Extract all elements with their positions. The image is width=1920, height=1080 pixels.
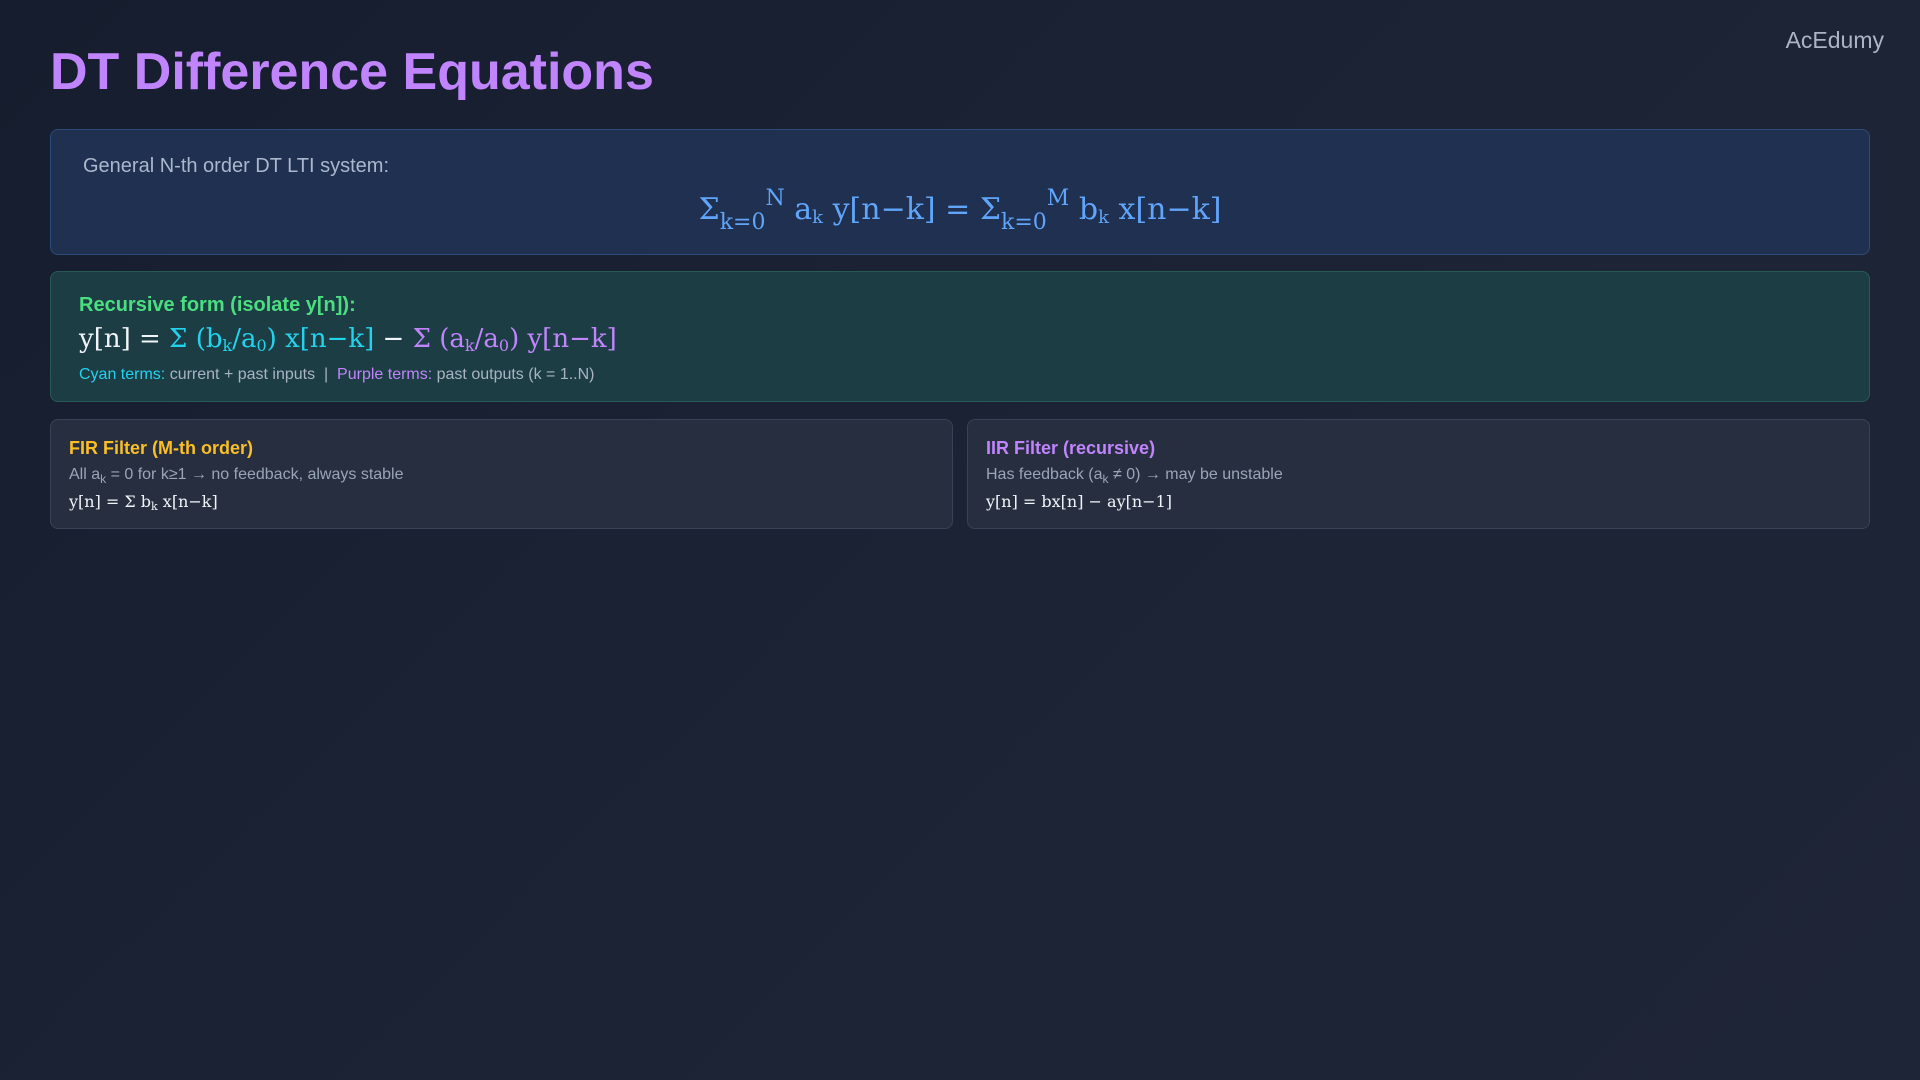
legend-purple-label: Purple terms: bbox=[337, 366, 433, 383]
eq-lhs: y[n] = bbox=[79, 324, 170, 354]
iir-description: Has feedback (ak ≠ 0) → may be unstable bbox=[986, 466, 1283, 486]
iir-filter-card: IIR Filter (recursive) Has feedback (ak … bbox=[967, 419, 1870, 529]
legend-purple-text: past outputs (k = 1..N) bbox=[432, 366, 595, 383]
fir-title: FIR Filter (M-th order) bbox=[69, 438, 253, 458]
eq-subscript: k bbox=[1098, 207, 1109, 228]
eq-superscript: N bbox=[765, 186, 785, 211]
eq-subscript: k=0 bbox=[719, 210, 766, 235]
fir-filter-card: FIR Filter (M-th order) All ak = 0 for k… bbox=[50, 419, 953, 529]
eq-superscript: M bbox=[1046, 186, 1070, 211]
legend-cyan-label: Cyan terms: bbox=[79, 366, 166, 383]
eq-term: a bbox=[784, 192, 813, 227]
eq-term: b bbox=[1069, 192, 1099, 227]
general-equation: Σk=0N ak y[n−k] = Σk=0M bk x[n−k] bbox=[51, 186, 1869, 235]
recursive-form-label: Recursive form (isolate y[n]): bbox=[79, 294, 356, 316]
eq-subscript: k=0 bbox=[1001, 210, 1047, 235]
legend-cyan-text: current + past inputs | bbox=[165, 366, 338, 383]
recursive-form-panel: Recursive form (isolate y[n]): y[n] = Σ … bbox=[50, 271, 1870, 402]
eq-sigma: Σ bbox=[698, 192, 720, 227]
general-equation-panel: General N-th order DT LTI system: Σk=0N … bbox=[50, 129, 1870, 255]
iir-equation: y[n] = bx[n] − ay[n−1] bbox=[986, 492, 1172, 511]
color-legend: Cyan terms: current + past inputs | Purp… bbox=[79, 366, 594, 384]
input-terms: Σ (bk/a0) x[n−k] bbox=[169, 324, 375, 355]
eq-minus: − bbox=[374, 324, 413, 354]
brand-logo-text: AcEdumy bbox=[1785, 27, 1884, 53]
eq-term: y[n−k] = bbox=[823, 192, 980, 227]
recursive-equation: y[n] = Σ (bk/a0) x[n−k] − Σ (ak/a0) y[n−… bbox=[79, 324, 617, 355]
eq-subscript: k bbox=[812, 207, 824, 228]
iir-title: IIR Filter (recursive) bbox=[986, 438, 1156, 458]
eq-term: x[n−k] bbox=[1109, 192, 1222, 227]
general-equation-label: General N-th order DT LTI system: bbox=[83, 155, 390, 177]
output-terms: Σ (ak/a0) y[n−k] bbox=[412, 324, 617, 355]
fir-description: All ak = 0 for k≥1 → no feedback, always… bbox=[69, 466, 404, 486]
eq-sigma: Σ bbox=[979, 192, 1002, 227]
fir-equation: y[n] = Σ bk x[n−k] bbox=[69, 492, 218, 513]
page-title: DT Difference Equations bbox=[50, 43, 654, 101]
